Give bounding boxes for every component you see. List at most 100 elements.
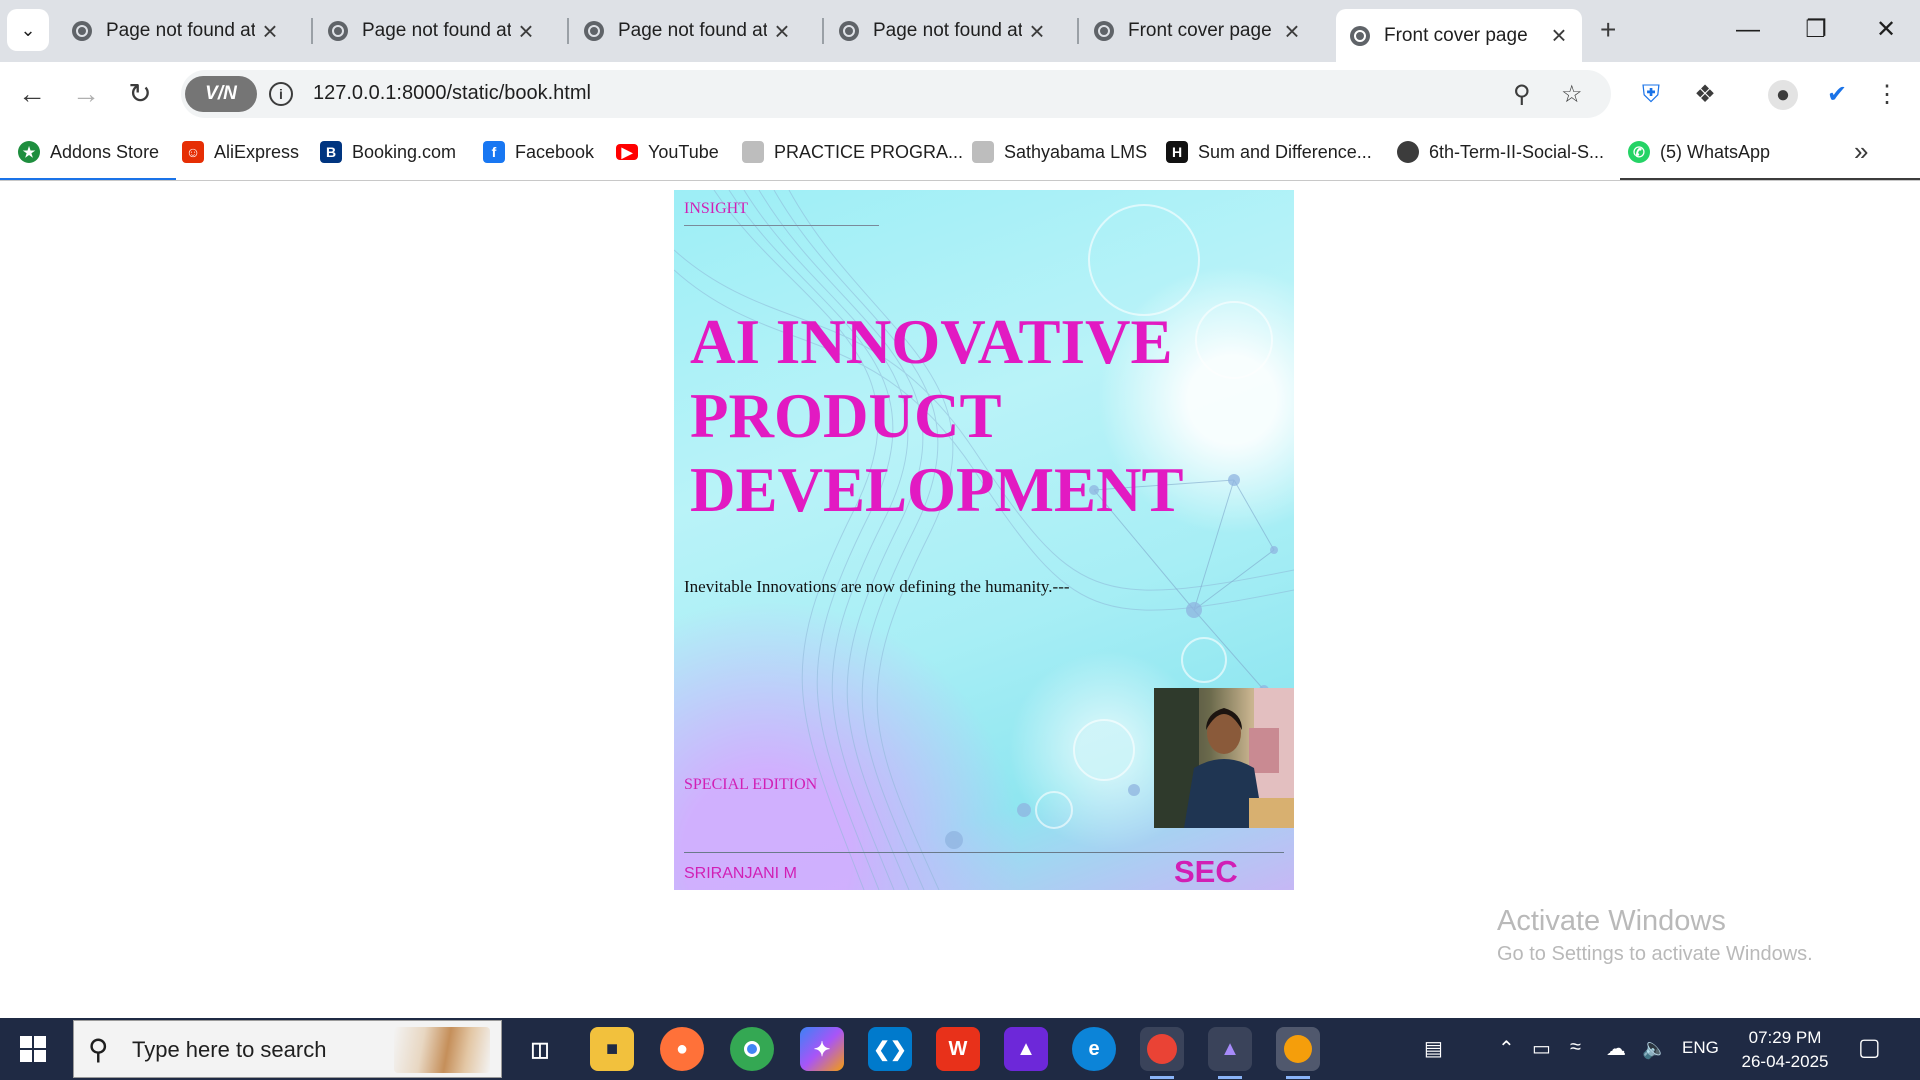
tab-divider xyxy=(567,18,569,44)
bookmark-aliexpress[interactable]: ☺ AliExpress xyxy=(182,140,299,164)
close-window-icon[interactable]: ✕ xyxy=(1856,10,1916,50)
bookmark-booking[interactable]: B Booking.com xyxy=(320,140,456,164)
page-load-indicator xyxy=(0,178,176,180)
show-hidden-icons-icon[interactable]: ⌃ xyxy=(1498,1036,1515,1061)
globe-icon xyxy=(1350,25,1370,46)
cover-section-label: INSIGHT xyxy=(684,200,748,217)
chrome-icon[interactable] xyxy=(730,1027,774,1071)
browser-tab-bar: ⌄ Page not found at × Page not found at … xyxy=(0,0,1920,62)
cover-title: AI INNOVATIVE PRODUCT DEVELOPMENT xyxy=(690,305,1250,527)
extensions-icon[interactable]: ❖ xyxy=(1690,80,1720,110)
bookmark-whatsapp[interactable]: ✆ (5) WhatsApp xyxy=(1628,140,1770,164)
close-tab-icon[interactable]: × xyxy=(1022,16,1052,47)
language-indicator[interactable]: ENG xyxy=(1682,1038,1719,1058)
restore-icon[interactable]: ❐ xyxy=(1786,10,1846,50)
cover-author: SRIRANJANI M xyxy=(684,865,797,882)
news-widget-icon[interactable]: ▤ xyxy=(1424,1036,1443,1061)
page-load-indicator xyxy=(1620,178,1920,180)
divider xyxy=(684,852,1284,853)
globe-icon xyxy=(584,21,604,41)
close-tab-icon[interactable]: × xyxy=(511,16,541,47)
globe-icon xyxy=(72,21,92,41)
copilot-icon[interactable]: ✦ xyxy=(800,1027,844,1071)
back-icon[interactable]: ← xyxy=(12,74,52,114)
bookmark-facebook[interactable]: f Facebook xyxy=(483,140,594,164)
tab-search-button[interactable]: ⌄ xyxy=(7,9,49,51)
clock-time: 07:29 PM xyxy=(1748,1028,1822,1047)
whatsapp-icon: ✆ xyxy=(1628,141,1650,163)
cover-tagline: Inevitable Innovations are now defining … xyxy=(684,577,1070,596)
file-explorer-icon[interactable]: ■ xyxy=(590,1027,634,1071)
minimize-icon[interactable]: — xyxy=(1718,10,1778,50)
globe-icon xyxy=(328,21,348,41)
windows-start-icon[interactable] xyxy=(20,1036,46,1062)
privacy-shield-icon[interactable]: ⛨ xyxy=(1636,80,1666,110)
onedrive-icon[interactable]: ☁ xyxy=(1606,1036,1626,1061)
edge-icon[interactable]: e xyxy=(1072,1027,1116,1071)
notifications-icon[interactable]: ▢ xyxy=(1858,1033,1881,1062)
chrome-profile-icon[interactable] xyxy=(1140,1027,1184,1079)
cover-title-line: DEVELOPMENT xyxy=(690,455,1184,525)
activation-watermark-title: Activate Windows xyxy=(1497,905,1726,937)
editor-app-icon[interactable]: ▲ xyxy=(1004,1027,1048,1071)
zoom-icon[interactable]: ⚲ xyxy=(1513,80,1531,109)
bookmark-label: Sathyabama LMS xyxy=(1004,141,1148,162)
bookmark-youtube[interactable]: ▶ YouTube xyxy=(616,140,719,164)
bookmark-practice-programs[interactable]: PRACTICE PROGRA... xyxy=(742,140,963,164)
bookmark-label: Facebook xyxy=(515,141,595,162)
close-tab-icon[interactable]: × xyxy=(767,16,797,47)
tab-title: Front cover page xyxy=(1384,24,1528,46)
close-tab-icon[interactable]: × xyxy=(255,16,285,47)
hackerrank-icon: H xyxy=(1166,141,1188,163)
menu-kebab-icon[interactable]: ⋮ xyxy=(1872,80,1902,110)
browser-tab[interactable]: Page not found at × xyxy=(314,11,549,51)
new-tab-icon[interactable]: + xyxy=(1600,14,1616,46)
cover-title-line: PRODUCT xyxy=(690,381,1002,451)
browser-tab[interactable]: Page not found at × xyxy=(825,11,1060,51)
tab-title: Front cover page xyxy=(1128,20,1272,41)
taskbar-clock[interactable]: 07:29 PM 26-04-2025 xyxy=(1730,1026,1840,1074)
page-icon xyxy=(742,141,764,163)
addons-icon: ★ xyxy=(18,141,40,163)
browser-tab-active[interactable]: Front cover page × xyxy=(1336,9,1582,62)
tab-title: Page not found at xyxy=(362,20,511,41)
facebook-icon: f xyxy=(483,141,505,163)
task-view-icon[interactable]: ◫ xyxy=(518,1027,562,1071)
browser-toolbar: ← → ↻ V/N i 127.0.0.1:8000/static/book.h… xyxy=(0,62,1920,126)
browser-tab[interactable]: Front cover page × xyxy=(1080,11,1315,51)
bookmark-addons-store[interactable]: ★ Addons Store xyxy=(18,140,159,164)
battery-icon[interactable]: ▭ xyxy=(1532,1036,1551,1061)
url-text[interactable]: 127.0.0.1:8000/static/book.html xyxy=(313,82,591,105)
firefox-icon[interactable]: ● xyxy=(660,1027,704,1071)
site-info-icon[interactable]: i xyxy=(269,82,293,106)
close-tab-icon[interactable]: × xyxy=(1277,16,1307,47)
bookmark-star-icon[interactable]: ☆ xyxy=(1561,80,1583,109)
bookmark-social-science[interactable]: 6th-Term-II-Social-S... xyxy=(1397,140,1604,164)
address-bar[interactable]: V/N i 127.0.0.1:8000/static/book.html ⚲ … xyxy=(181,70,1611,118)
vscode-icon[interactable]: ❮❯ xyxy=(868,1027,912,1071)
activation-watermark-subtitle: Go to Settings to activate Windows. xyxy=(1497,943,1813,965)
browser-app-icon-active[interactable] xyxy=(1276,1027,1320,1079)
wps-office-icon[interactable]: W xyxy=(936,1027,980,1071)
profile-avatar-icon[interactable]: ● xyxy=(1768,80,1798,110)
more-bookmarks-icon[interactable]: » xyxy=(1854,136,1868,167)
bookmark-sum-and-difference[interactable]: H Sum and Difference... xyxy=(1166,140,1372,164)
vpn-button[interactable]: V/N xyxy=(185,76,257,112)
editor-app-icon-active[interactable]: ▲ xyxy=(1208,1027,1252,1079)
reload-icon[interactable]: ↻ xyxy=(120,74,160,114)
browser-tab[interactable]: Page not found at × xyxy=(58,11,293,51)
bookmark-label: Sum and Difference... xyxy=(1198,141,1372,162)
search-highlight-image xyxy=(394,1027,490,1073)
volume-muted-icon[interactable]: 🔈 xyxy=(1642,1036,1667,1061)
taskbar-search-box[interactable]: ⚲ Type here to search xyxy=(73,1020,502,1078)
bookmark-label: PRACTICE PROGRA... xyxy=(774,141,964,162)
close-tab-icon[interactable]: × xyxy=(1544,20,1574,51)
search-placeholder: Type here to search xyxy=(132,1037,327,1062)
tab-title: Page not found at xyxy=(106,20,255,41)
browser-tab[interactable]: Page not found at × xyxy=(570,11,805,51)
security-extension-icon[interactable]: ✔ xyxy=(1822,80,1852,110)
bookmark-sathyabama-lms[interactable]: Sathyabama LMS xyxy=(972,140,1147,164)
wifi-icon[interactable]: ≈ xyxy=(1570,1036,1581,1059)
forward-icon[interactable]: → xyxy=(66,74,106,114)
search-icon: ⚲ xyxy=(88,1034,109,1065)
